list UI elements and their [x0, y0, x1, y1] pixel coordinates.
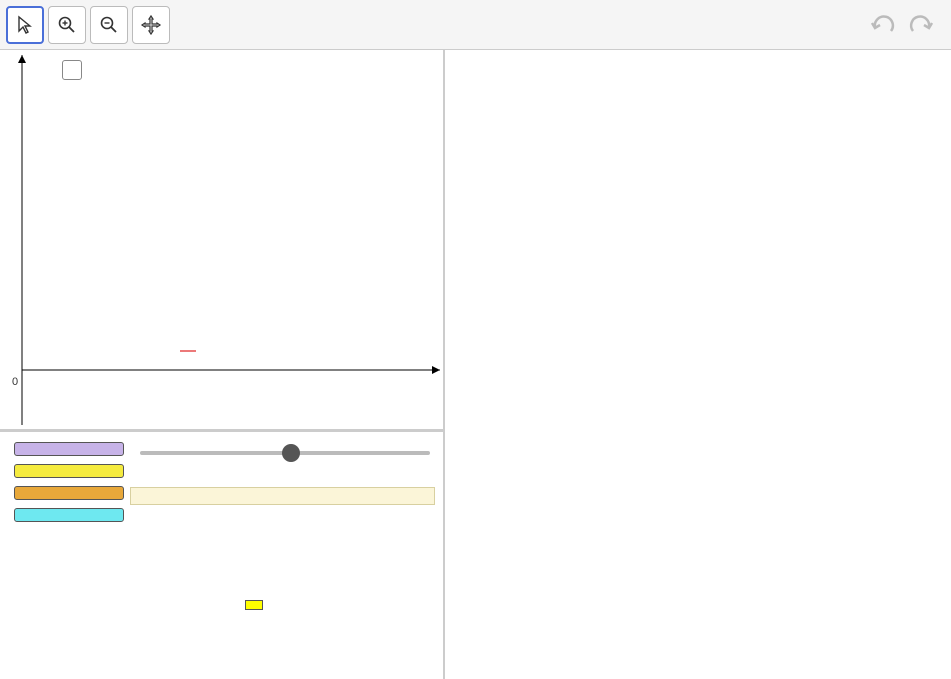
clear-traces-button[interactable] [14, 486, 124, 500]
plot-2d[interactable]: 0 [0, 50, 443, 430]
tool-pan[interactable] [132, 6, 170, 44]
toolbar [0, 0, 951, 50]
show-integral-button[interactable] [245, 600, 263, 610]
slices-checkbox[interactable] [62, 60, 86, 80]
slider-thumb[interactable] [282, 444, 300, 462]
redo-button[interactable] [905, 13, 935, 37]
traces-on-button[interactable] [14, 442, 124, 456]
zoom-out-icon [99, 15, 119, 35]
svg-text:0: 0 [12, 376, 18, 388]
plot-2d-svg: 0 [0, 50, 445, 430]
undo-icon [869, 13, 899, 37]
tool-zoom-in[interactable] [48, 6, 86, 44]
checkbox-icon[interactable] [62, 60, 82, 80]
plot-3d[interactable] [445, 50, 951, 679]
redo-icon [905, 13, 935, 37]
tool-pointer[interactable] [6, 6, 44, 44]
main-area: 0 [0, 50, 951, 679]
cursor-icon [15, 15, 35, 35]
tool-zoom-out[interactable] [90, 6, 128, 44]
left-column: 0 [0, 50, 445, 679]
s-slider[interactable] [140, 442, 430, 462]
controls-panel [0, 430, 443, 679]
pan-icon [140, 14, 162, 36]
show-surface-button[interactable] [14, 508, 124, 522]
description-box [130, 487, 435, 505]
plot-3d-svg [445, 50, 951, 679]
traces-off-button[interactable] [14, 464, 124, 478]
undo-button[interactable] [869, 13, 899, 37]
zoom-in-icon [57, 15, 77, 35]
